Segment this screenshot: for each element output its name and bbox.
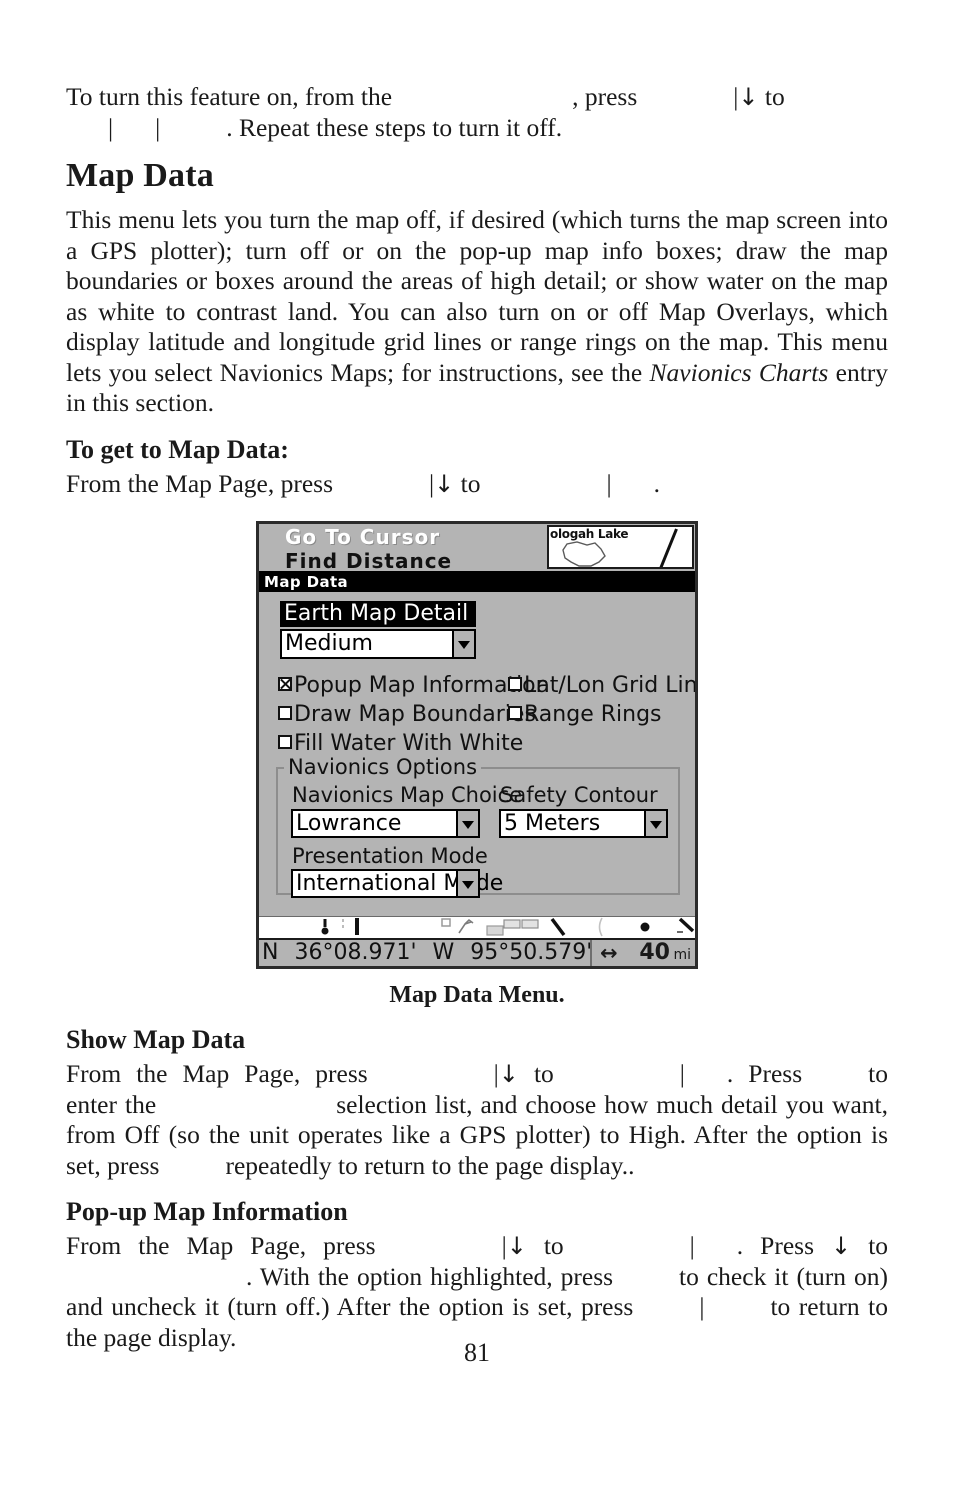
safety-contour-dropdown[interactable]: 5 Meters [499,809,668,838]
down-arrow-icon-1: ↓ [738,83,759,111]
checkbox-icon-unchecked-boundaries[interactable] [278,706,292,720]
checkbox-label-fill-water-with-white: Fill Water With White [294,731,524,756]
pipe-separator-3: | [155,112,161,142]
smd-t2: to [533,1059,554,1088]
checkbox-icon-unchecked-fill-water[interactable] [278,735,292,749]
dialog-titlebar: Map Data [259,571,695,592]
lat-hemisphere: N [262,940,279,965]
checkbox-label-range-rings: Range Rings [524,702,662,727]
figure-map-data-menu: Go To Cursor Find Distance ologah Lake M… [66,521,888,1009]
map-road-line [658,528,678,567]
get-to-line-a: From the Map Page, press [66,468,334,498]
pmi-t1: From the Map Page, press [66,1231,376,1260]
earth-map-detail-label: Earth Map Detail [280,601,476,627]
presentation-mode-label: Presentation Mode [292,844,488,868]
intro-line1-c: to [764,82,785,111]
gps-device-screen: Go To Cursor Find Distance ologah Lake M… [256,521,698,969]
pipe-separator-5: | [606,468,612,498]
horizontal-arrows-icon: ↔ [600,941,618,965]
down-arrow-icon-5: ↓ [831,1232,852,1260]
pipe-separator-2: | [108,112,114,142]
safety-contour-value: 5 Meters [504,811,601,836]
navionics-options-group: Navionics Options Navionics Map Choice S… [276,755,680,898]
navionics-map-choice-dropdown[interactable]: Lowrance [291,809,480,838]
menu-item-go-to-cursor[interactable]: Go To Cursor [285,525,440,549]
navionics-map-choice-value: Lowrance [296,811,402,836]
map-data-dialog: Earth Map Detail Medium Popup Map Inform… [259,592,695,903]
status-bar: N 36°08.971' W 95°50.579' ↔ 40 mi [259,938,695,966]
manual-page: To turn this feature on, from the , press… [0,0,954,1487]
intro-line2-a: . [226,112,233,142]
checkbox-label-draw-map-boundaries: Draw Map Boundaries [294,702,536,727]
get-to-line-b: to [460,468,481,498]
background-menu: Go To Cursor Find Distance ologah Lake [259,524,695,571]
chevron-down-icon-earth-detail[interactable] [452,631,474,657]
show-map-data-steps: From the Map Page, press |↓ to |. Press to … [66,1059,888,1181]
popup-map-info-steps: From the Map Page, press |↓ to |. Press ↓ … [66,1231,888,1353]
overview-paragraph: This menu lets you turn the map off, if … [66,205,888,419]
checkbox-icon-unchecked-range-rings[interactable] [508,706,522,720]
navionics-options-title: Navionics Options [284,755,482,779]
lon-hemisphere: W [432,940,455,965]
safety-contour-label: Safety Contour [500,783,658,807]
heading-show-map-data: Show Map Data [66,1025,246,1054]
chevron-down-icon-map-choice[interactable] [456,811,478,836]
longitude-value: 95°50.579' [470,940,593,965]
minimap-lake-label: ologah Lake [550,527,629,541]
map-strip-background [259,916,695,938]
pmi-t4: to [868,1231,889,1260]
get-to-line-c: . [653,468,660,498]
page-number: 81 [464,1338,490,1367]
smd-t1: From the Map Page, press [66,1059,368,1088]
chevron-down-icon-presentation-mode[interactable] [456,871,478,896]
down-arrow-icon-2: ↓ [434,469,455,498]
checkbox-label-lat-lon-grid-lines: Lat/Lon Grid Lines [524,673,698,698]
minimap-preview: ologah Lake [547,525,694,569]
smd-t3: . Press [726,1059,803,1088]
pipe-separator-9: | [689,1231,695,1260]
range-indicator: ↔ 40 mi [590,940,694,966]
lake-outline-icon [562,541,606,567]
figure-caption: Map Data Menu. [389,982,565,1008]
range-value: 40 [639,940,670,965]
chevron-down-icon-safety-contour[interactable] [644,811,666,836]
earth-map-detail-dropdown[interactable]: Medium [280,629,476,659]
pmi-t2: to [543,1231,564,1260]
range-unit: mi [673,947,691,963]
checkbox-fill-water-with-white[interactable]: Fill Water With White [278,732,523,756]
pmi-t5: . With the option highlighted, press [246,1261,614,1291]
overview-italic-reference: Navionics Charts [649,357,829,387]
chart-symbols-icon [321,917,695,937]
pmi-t3: . Press [736,1231,815,1260]
smd-t6: repeatedly to return to the page display… [225,1150,635,1180]
get-to-steps: From the Map Page, press |↓ to |. [66,469,888,500]
checkbox-icon-checked[interactable] [278,677,292,691]
intro-line1-a: To turn this feature on, from the [66,82,393,111]
presentation-mode-dropdown[interactable]: International Mode [291,869,503,898]
latitude-value: 36°08.971' [294,940,417,965]
intro-line1-b: , press [572,82,638,111]
checkbox-draw-map-boundaries[interactable]: Draw Map Boundaries [278,703,536,727]
page-title: Map Data [66,157,214,194]
down-arrow-icon-4: ↓ [506,1232,527,1260]
intro-paragraph: To turn this feature on, from the , press… [66,82,888,143]
down-arrow-icon-3: ↓ [498,1060,519,1088]
intro-line2-b: Repeat these steps to turn it off. [238,112,563,142]
navionics-map-choice-label: Navionics Map Choice [292,783,523,807]
checkbox-icon-unchecked-latlon[interactable] [508,677,522,691]
checkbox-lat-lon-grid-lines[interactable]: Lat/Lon Grid Lines [508,673,698,698]
checkbox-range-rings[interactable]: Range Rings [508,703,662,727]
dialog-title: Map Data [264,573,349,591]
pipe-separator-7: | [679,1059,685,1088]
heading-popup-map-information: Pop-up Map Information [66,1197,348,1226]
earth-map-detail-value: Medium [285,631,373,656]
pipe-separator-10: | [699,1292,705,1321]
position-readout: N 36°08.971' W 95°50.579' [262,940,592,966]
menu-item-find-distance[interactable]: Find Distance [285,549,452,571]
heading-to-get-to-map-data: To get to Map Data: [66,434,289,464]
page-content: To turn this feature on, from the , press… [66,82,888,1353]
